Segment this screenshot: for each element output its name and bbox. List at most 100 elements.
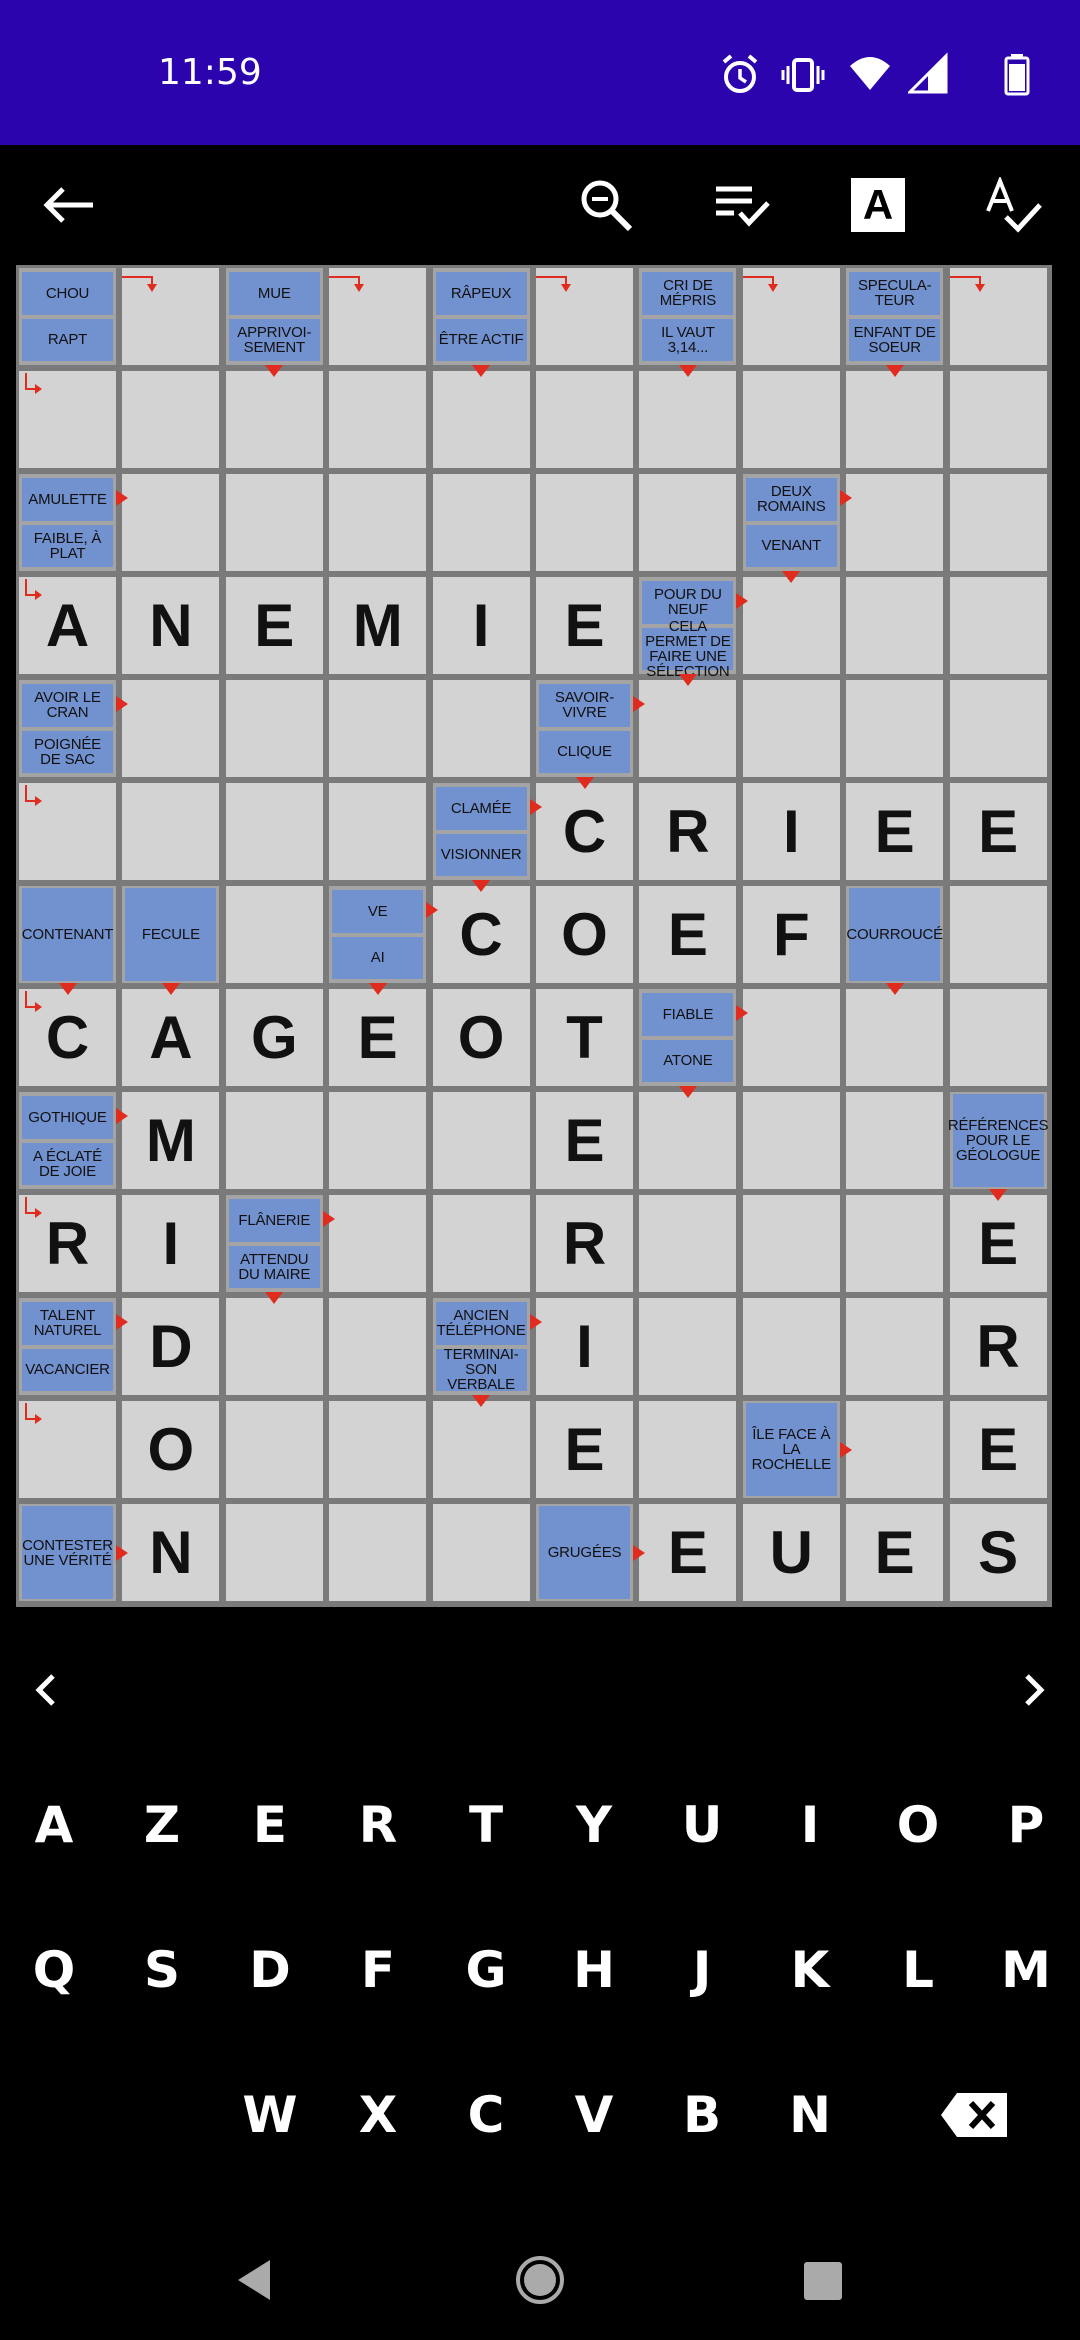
grid-cell[interactable] bbox=[329, 1092, 427, 1189]
grid-cell[interactable] bbox=[742, 989, 840, 1086]
key-e[interactable]: E bbox=[220, 1775, 320, 1875]
key-j[interactable]: J bbox=[652, 1920, 752, 2020]
clue-label[interactable]: GRUGÉES bbox=[539, 1506, 630, 1599]
grid-cell[interactable] bbox=[329, 783, 427, 880]
clue-label[interactable]: COURROUCÉ bbox=[846, 888, 943, 981]
key-d[interactable]: D bbox=[220, 1920, 320, 2020]
grid-cell[interactable]: F bbox=[742, 886, 840, 983]
grid-cell[interactable] bbox=[536, 474, 633, 571]
clue-label[interactable]: ATTENDU DU MAIRE bbox=[228, 1245, 320, 1288]
clue-label[interactable]: ÎLE FACE À LA ROCHELLE bbox=[745, 1403, 837, 1496]
grid-cell[interactable]: C bbox=[536, 783, 633, 880]
grid-cell[interactable] bbox=[329, 1195, 427, 1292]
clue-label[interactable]: ANCIEN TÉLÉPHONE bbox=[435, 1302, 527, 1345]
key-g[interactable]: G bbox=[436, 1920, 536, 2020]
grid-cell[interactable] bbox=[329, 474, 427, 571]
grid-cell[interactable] bbox=[949, 577, 1047, 674]
clue-label[interactable]: RÉFÉRENCES POUR LE GÉOLOGUE bbox=[948, 1094, 1049, 1187]
grid-cell[interactable]: G bbox=[225, 989, 323, 1086]
grid-cell[interactable]: E bbox=[639, 1504, 737, 1601]
clue-label[interactable]: AI bbox=[332, 936, 424, 979]
grid-cell[interactable] bbox=[329, 1504, 427, 1601]
back-button[interactable] bbox=[28, 165, 108, 245]
clue-label[interactable]: CLAMÉE bbox=[435, 787, 527, 830]
grid-cell[interactable]: D bbox=[122, 1298, 220, 1395]
grid-cell[interactable] bbox=[432, 1401, 530, 1498]
key-x[interactable]: X bbox=[328, 2065, 428, 2165]
grid-cell[interactable] bbox=[949, 371, 1047, 468]
grid-cell[interactable] bbox=[846, 1298, 944, 1395]
grid-cell[interactable] bbox=[742, 1092, 840, 1189]
grid-cell[interactable] bbox=[846, 577, 944, 674]
grid-cell[interactable] bbox=[329, 1401, 427, 1498]
key-t[interactable]: T bbox=[436, 1775, 536, 1875]
key-h[interactable]: H bbox=[544, 1920, 644, 2020]
grid-cell[interactable] bbox=[432, 371, 530, 468]
clue-label[interactable]: CONTENANT bbox=[22, 888, 113, 981]
grid-cell[interactable] bbox=[846, 1401, 944, 1498]
grid-cell[interactable] bbox=[639, 1195, 737, 1292]
grid-cell[interactable] bbox=[846, 371, 944, 468]
grid-cell[interactable]: O bbox=[122, 1401, 220, 1498]
key-n[interactable]: N bbox=[760, 2065, 860, 2165]
grid-cell[interactable] bbox=[639, 1401, 737, 1498]
key-l[interactable]: L bbox=[868, 1920, 968, 2020]
grid-cell[interactable]: E bbox=[949, 783, 1047, 880]
grid-cell[interactable] bbox=[122, 474, 220, 571]
grid-cell[interactable]: E bbox=[225, 577, 323, 674]
clue-label[interactable]: VISIONNER bbox=[435, 833, 527, 876]
grid-cell[interactable] bbox=[846, 474, 944, 571]
clue-label[interactable]: A ÉCLATÉ DE JOIE bbox=[22, 1142, 113, 1185]
grid-cell[interactable] bbox=[122, 680, 220, 777]
grid-cell[interactable] bbox=[536, 371, 633, 468]
grid-cell[interactable]: O bbox=[536, 886, 633, 983]
grid-cell[interactable]: E bbox=[846, 783, 944, 880]
clue-label[interactable]: AVOIR LE CRAN bbox=[22, 684, 113, 727]
spellcheck-button[interactable] bbox=[974, 165, 1054, 245]
grid-cell[interactable] bbox=[639, 680, 737, 777]
grid-cell[interactable]: S bbox=[949, 1504, 1047, 1601]
grid-cell[interactable]: E bbox=[536, 1092, 633, 1189]
back-triangle-icon[interactable] bbox=[226, 2250, 286, 2310]
grid-cell[interactable] bbox=[225, 680, 323, 777]
grid-cell[interactable]: E bbox=[639, 886, 737, 983]
clue-label[interactable]: ENFANT DE SOEUR bbox=[849, 318, 941, 361]
grid-cell[interactable]: N bbox=[122, 1504, 220, 1601]
clue-label[interactable]: DEUX ROMAINS bbox=[745, 478, 837, 521]
clue-label[interactable]: TERMINAI-SON VERBALE bbox=[435, 1347, 527, 1392]
clue-label[interactable]: SPECULA-TEUR bbox=[849, 272, 941, 315]
grid-cell[interactable] bbox=[742, 371, 840, 468]
key-m[interactable]: M bbox=[976, 1920, 1076, 2020]
checklist-button[interactable] bbox=[702, 165, 782, 245]
clue-label[interactable]: CHOU bbox=[22, 272, 113, 315]
grid-cell[interactable] bbox=[432, 1195, 530, 1292]
grid-cell[interactable] bbox=[225, 1092, 323, 1189]
grid-cell[interactable] bbox=[122, 783, 220, 880]
zoom-button[interactable] bbox=[566, 165, 646, 245]
grid-cell[interactable] bbox=[329, 680, 427, 777]
grid-cell[interactable] bbox=[639, 371, 737, 468]
clue-label[interactable]: AMULETTE bbox=[22, 478, 113, 521]
grid-cell[interactable]: I bbox=[122, 1195, 220, 1292]
clue-label[interactable]: ÊTRE ACTIF bbox=[435, 318, 527, 361]
key-k[interactable]: K bbox=[760, 1920, 860, 2020]
grid-cell[interactable] bbox=[432, 1092, 530, 1189]
key-v[interactable]: V bbox=[544, 2065, 644, 2165]
grid-cell[interactable]: U bbox=[742, 1504, 840, 1601]
home-circle-icon[interactable] bbox=[510, 2250, 570, 2310]
clue-label[interactable]: SAVOIR-VIVRE bbox=[539, 684, 630, 727]
grid-cell[interactable]: R bbox=[536, 1195, 633, 1292]
grid-cell[interactable] bbox=[846, 989, 944, 1086]
grid-cell[interactable] bbox=[949, 886, 1047, 983]
grid-cell[interactable] bbox=[639, 1092, 737, 1189]
grid-cell[interactable]: I bbox=[536, 1298, 633, 1395]
clue-label[interactable]: CRI DE MÉPRIS bbox=[642, 272, 734, 315]
clue-label[interactable]: FECULE bbox=[125, 888, 217, 981]
grid-cell[interactable] bbox=[122, 371, 220, 468]
grid-cell[interactable] bbox=[846, 1195, 944, 1292]
letter-button[interactable]: A bbox=[838, 165, 918, 245]
grid-cell[interactable] bbox=[225, 474, 323, 571]
grid-cell[interactable]: T bbox=[536, 989, 633, 1086]
key-w[interactable]: W bbox=[220, 2065, 320, 2165]
grid-cell[interactable]: M bbox=[122, 1092, 220, 1189]
